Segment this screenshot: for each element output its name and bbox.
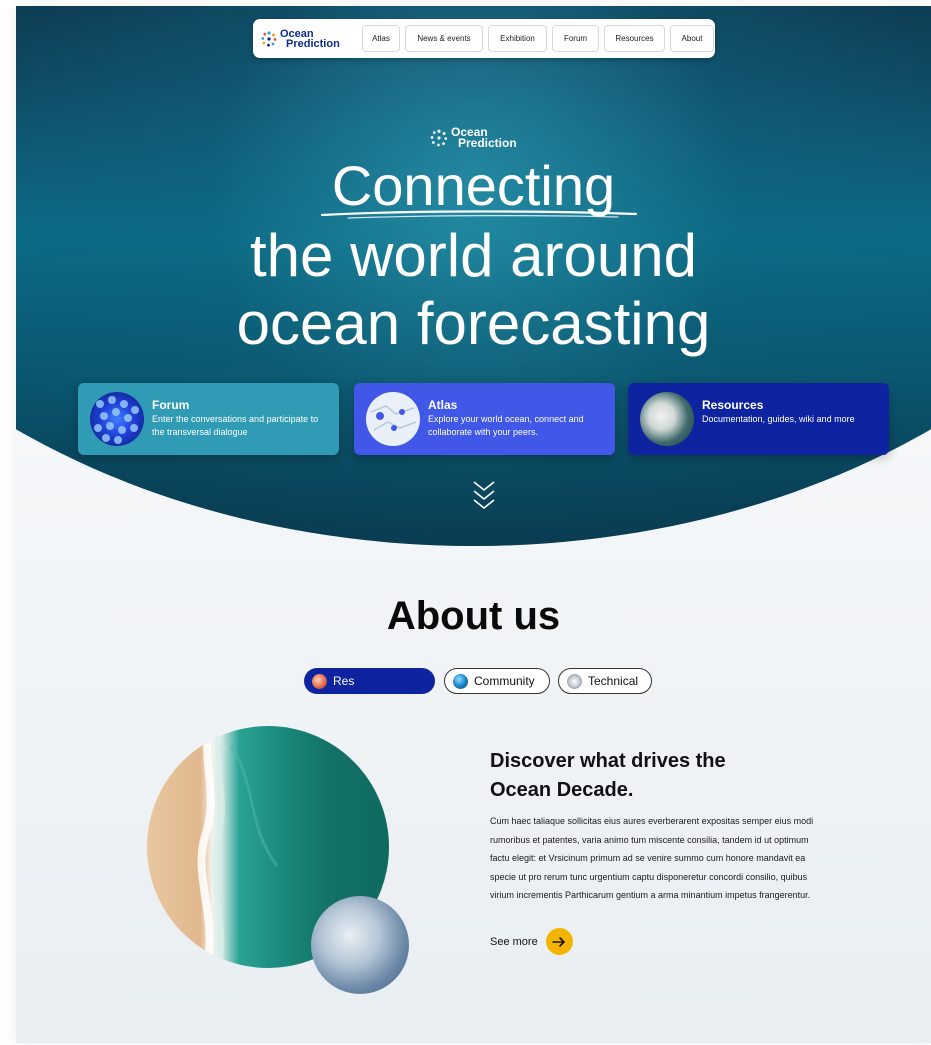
- hero-logo-text-prediction: Prediction: [458, 136, 517, 150]
- card-forum-description: Enter the conversations and participate …: [152, 414, 319, 437]
- hero-title-line-2: the world around: [250, 222, 697, 289]
- section-body-text: Cum haec taliaque sollicitas eius aures …: [490, 816, 814, 900]
- see-more-link[interactable]: See more: [490, 928, 573, 955]
- ocean-prediction-logo[interactable]: Ocean Prediction: [261, 27, 357, 50]
- card-atlas-title: Atlas: [428, 398, 458, 412]
- arrow-right-icon[interactable]: [545, 928, 573, 955]
- resources-thumbnail: [640, 392, 694, 446]
- scroll-down-chevron-icon[interactable]: [471, 478, 497, 512]
- card-forum[interactable]: Forum Enter the conversations and partic…: [78, 383, 339, 455]
- forum-thumbnail: [90, 392, 144, 446]
- logo-text-prediction: Prediction: [286, 37, 340, 50]
- page-frame: Ocean Prediction Atlas News & events Exh…: [16, 6, 931, 1043]
- see-more-label: See more: [490, 935, 538, 948]
- nav-resources[interactable]: Resources: [604, 25, 665, 52]
- logo-text-ocean: Ocean: [280, 27, 314, 40]
- card-atlas-description: Explore your world ocean, connect and co…: [428, 414, 584, 437]
- tab-technical[interactable]: Technical: [558, 668, 652, 694]
- waves-image: [311, 896, 409, 994]
- card-atlas[interactable]: Atlas Explore your world ocean, connect …: [354, 383, 615, 455]
- hero-logo: Ocean Prediction: [430, 126, 517, 150]
- card-resources-title: Resources: [702, 398, 764, 412]
- title-underline-stroke: [320, 210, 638, 219]
- tab-technical-label: Technical: [588, 674, 639, 688]
- nav-exhibition[interactable]: Exhibition: [488, 25, 547, 52]
- card-resources[interactable]: Resources Documentation, guides, wiki an…: [628, 383, 889, 455]
- tab-community[interactable]: Community: [444, 668, 550, 694]
- nav-forum[interactable]: Forum: [552, 25, 599, 52]
- about-us-heading: About us: [386, 594, 561, 638]
- nav-atlas[interactable]: Atlas: [362, 25, 400, 52]
- card-forum-title: Forum: [152, 398, 190, 412]
- technical-tab-icon: [567, 673, 582, 689]
- card-resources-description: Documentation, guides, wiki and more: [702, 414, 855, 424]
- hero-title-line-3: ocean forecasting: [236, 290, 711, 357]
- hero-logo-dots-icon: [430, 129, 448, 147]
- nav-about[interactable]: About: [670, 25, 714, 52]
- community-tab-icon: [453, 673, 468, 689]
- nav-news-events[interactable]: News & events: [405, 25, 483, 52]
- atlas-map-thumbnail: [366, 392, 420, 446]
- tab-res[interactable]: Res: [304, 668, 435, 694]
- top-navigation: Ocean Prediction Atlas News & events Exh…: [253, 19, 715, 58]
- section-heading: Discover what drives the Ocean Decade.: [490, 750, 726, 801]
- res-tab-icon: [312, 673, 327, 689]
- tab-res-label: Res: [333, 674, 355, 688]
- tab-community-label: Community: [474, 674, 535, 688]
- logo-dots-icon: [261, 30, 277, 47]
